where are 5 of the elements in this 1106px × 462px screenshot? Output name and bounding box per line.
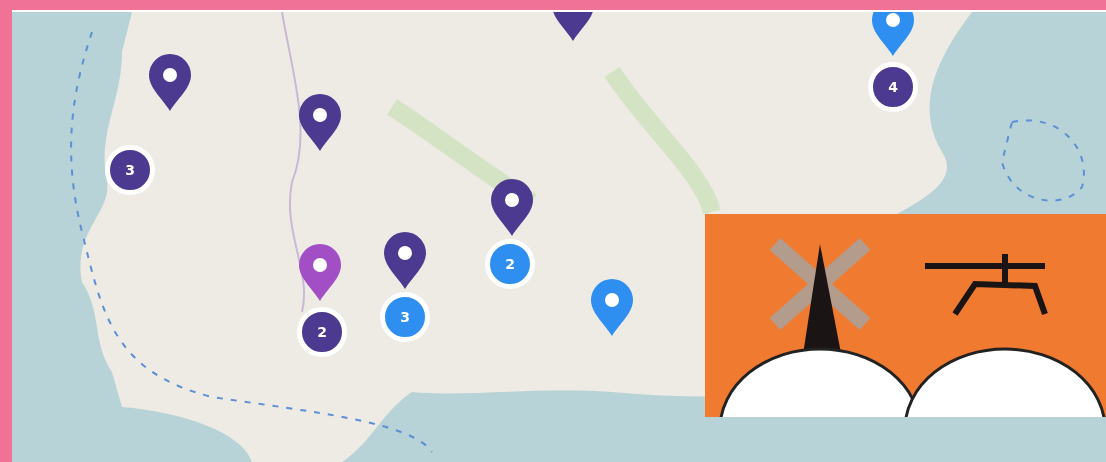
map-pin-icon[interactable] [297,244,343,302]
map-pin-icon[interactable] [382,232,428,290]
map-pin-icon[interactable] [147,54,193,112]
map-pin-icon[interactable] [489,179,535,237]
map-pin-icon[interactable] [297,94,343,152]
